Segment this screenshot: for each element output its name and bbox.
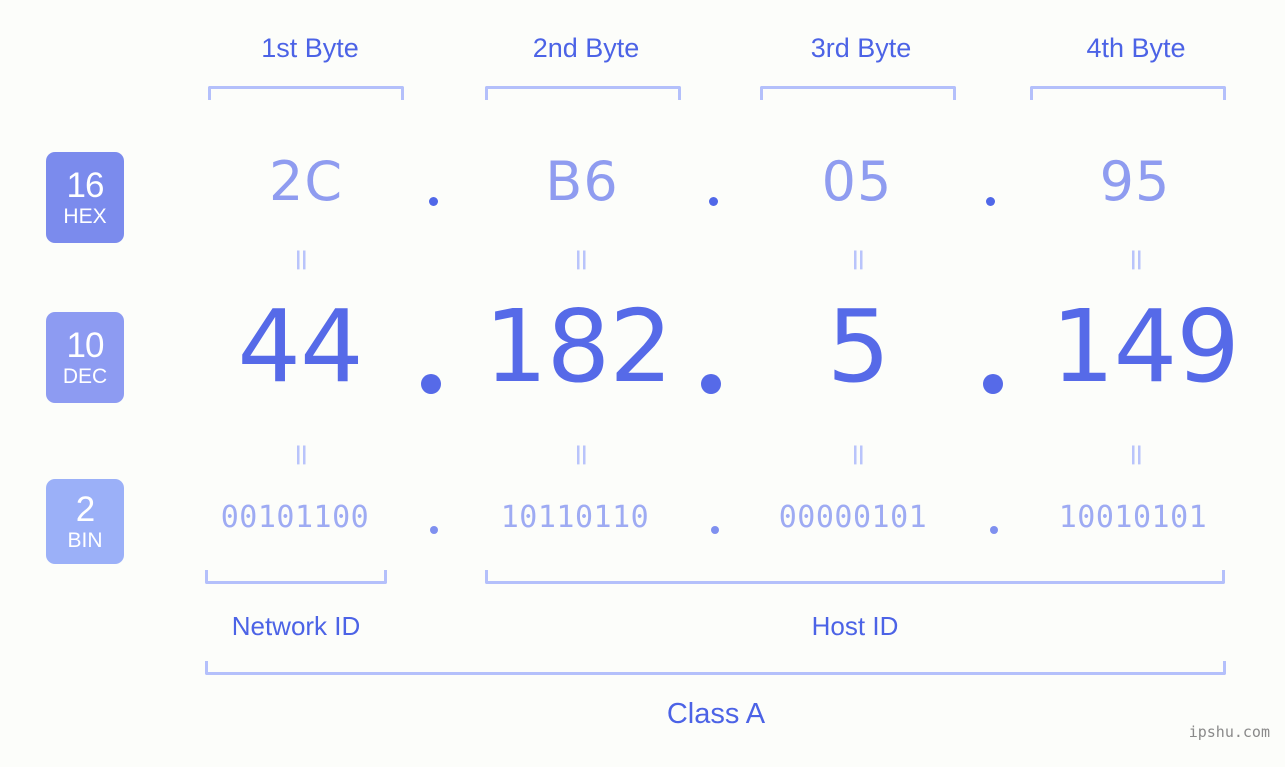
class-bracket <box>205 661 1226 675</box>
hex-separator-3 <box>986 197 995 206</box>
byte-bracket-3 <box>760 86 956 100</box>
dec-byte-3: 5 <box>826 288 891 405</box>
base-badge-dec-abbr: DEC <box>62 365 108 388</box>
bin-separator-1 <box>430 526 438 534</box>
bin-byte-3: 00000101 <box>778 500 928 535</box>
equals-hex-dec-1: = <box>284 247 319 273</box>
bin-byte-1: 00101100 <box>220 500 370 535</box>
hex-byte-1: 2C <box>268 150 344 213</box>
base-badge-dec: 10 DEC <box>46 312 124 403</box>
hex-separator-1 <box>429 197 438 206</box>
byte-header-4: 4th Byte <box>1086 33 1186 63</box>
equals-hex-dec-3: = <box>841 247 876 273</box>
byte-bracket-2 <box>485 86 681 100</box>
byte-bracket-1 <box>208 86 404 100</box>
bin-byte-4: 10010101 <box>1058 500 1208 535</box>
base-badge-hex-abbr: HEX <box>63 205 107 228</box>
base-badge-hex: 16 HEX <box>46 152 124 243</box>
bin-byte-2: 10110110 <box>500 500 650 535</box>
hex-byte-3: 05 <box>821 150 893 213</box>
hex-byte-4: 95 <box>1099 150 1171 213</box>
hex-byte-2: B6 <box>545 150 619 213</box>
dec-byte-4: 149 <box>1051 288 1240 405</box>
equals-dec-bin-2: = <box>564 442 599 468</box>
base-badge-bin: 2 BIN <box>46 479 124 564</box>
equals-hex-dec-2: = <box>564 247 599 273</box>
equals-dec-bin-4: = <box>1119 442 1154 468</box>
byte-header-1: 1st Byte <box>261 33 359 63</box>
watermark: ipshu.com <box>1188 723 1270 741</box>
equals-hex-dec-4: = <box>1119 247 1154 273</box>
host-id-bracket <box>485 570 1225 584</box>
equals-dec-bin-1: = <box>284 442 319 468</box>
base-badge-dec-number: 10 <box>66 326 105 365</box>
equals-dec-bin-3: = <box>841 442 876 468</box>
base-badge-bin-number: 2 <box>75 490 95 529</box>
network-id-label: Network ID <box>231 611 361 641</box>
dec-byte-1: 44 <box>237 288 363 405</box>
base-badge-bin-abbr: BIN <box>67 529 103 552</box>
base-badge-hex-number: 16 <box>66 166 105 205</box>
dec-separator-2 <box>701 374 721 394</box>
ip-breakdown-diagram: 1st Byte 2nd Byte 3rd Byte 4th Byte 16 H… <box>0 0 1285 767</box>
dec-separator-3 <box>983 374 1003 394</box>
bin-separator-3 <box>990 526 998 534</box>
byte-bracket-4 <box>1030 86 1226 100</box>
dec-byte-2: 182 <box>484 288 673 405</box>
class-label: Class A <box>666 698 766 730</box>
hex-separator-2 <box>709 197 718 206</box>
bin-separator-2 <box>711 526 719 534</box>
host-id-label: Host ID <box>811 611 899 641</box>
dec-separator-1 <box>421 374 441 394</box>
network-id-bracket <box>205 570 387 584</box>
byte-header-2: 2nd Byte <box>532 33 640 63</box>
byte-header-3: 3rd Byte <box>810 33 912 63</box>
